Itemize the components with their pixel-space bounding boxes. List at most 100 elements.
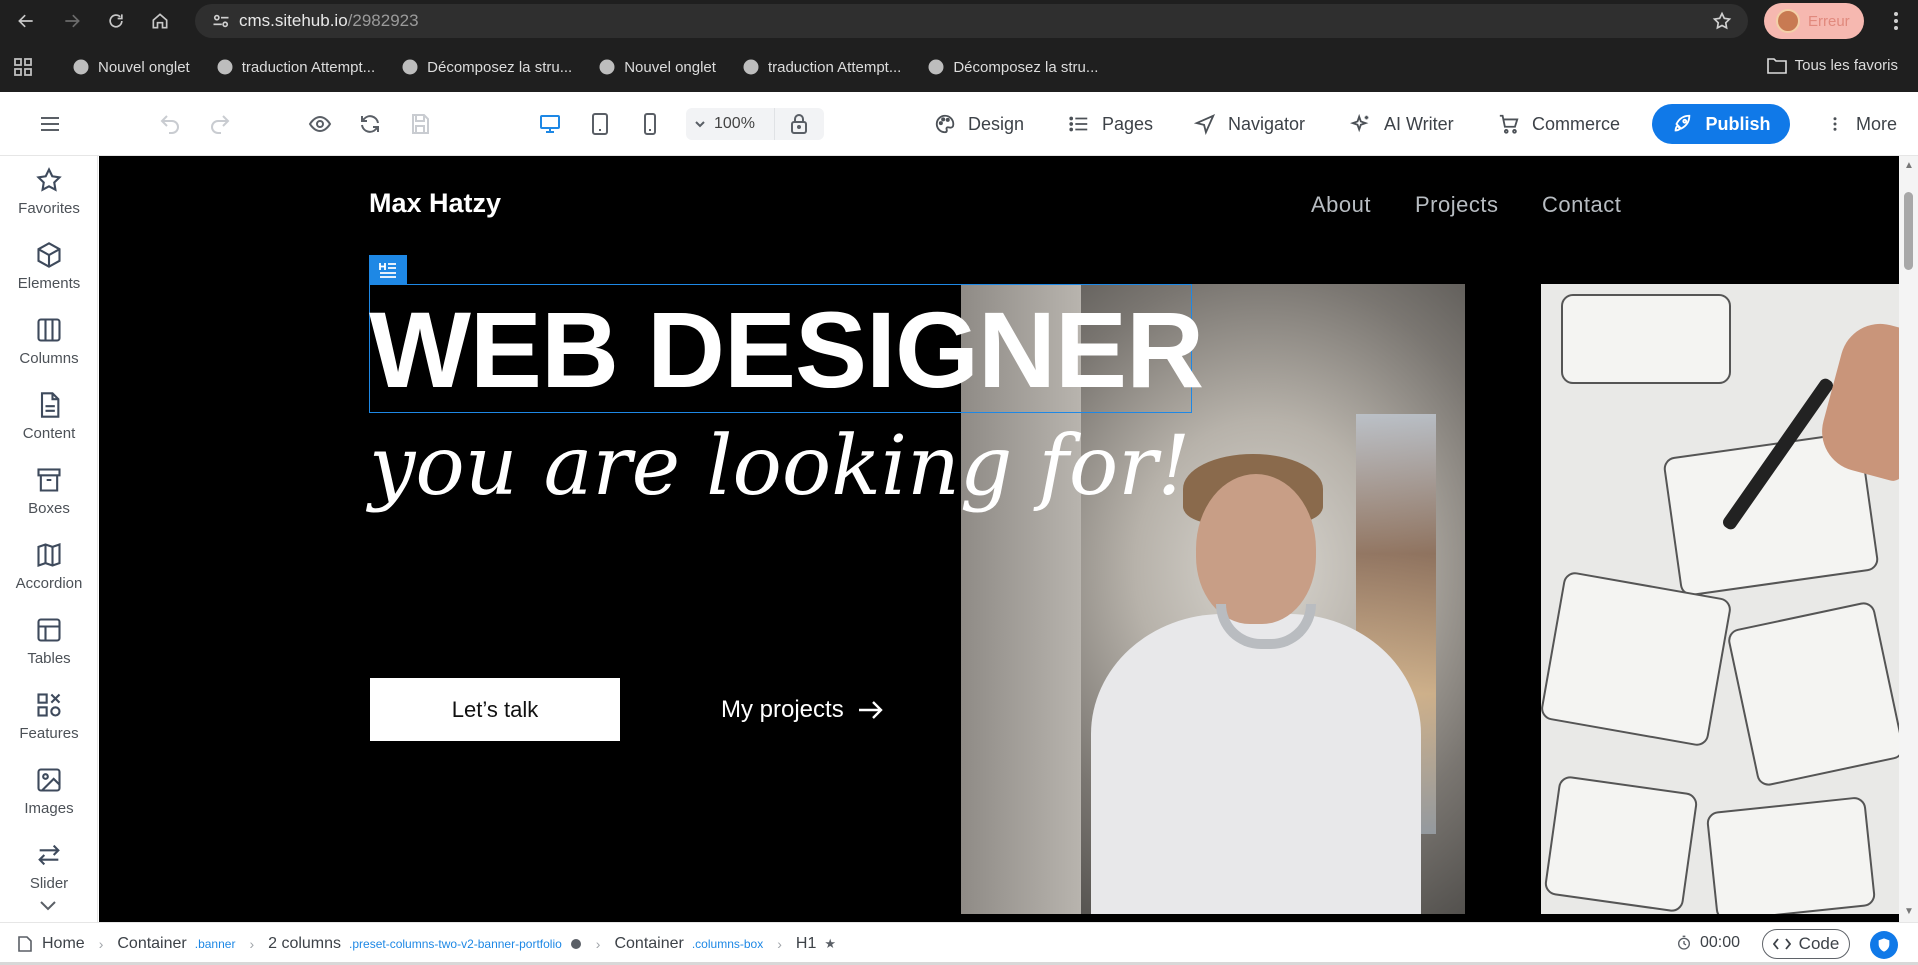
chevron-right-icon: › [98, 936, 104, 952]
bookmark-item[interactable]: traduction Attempt... [216, 58, 375, 76]
hamburger-menu-button[interactable] [38, 92, 62, 156]
breadcrumb-label: Container [117, 935, 187, 952]
apps-grid-icon[interactable] [0, 58, 46, 76]
hero-photo-sketches[interactable] [1541, 284, 1899, 914]
site-nav-projects[interactable]: Projects [1415, 192, 1498, 218]
desktop-icon [540, 115, 560, 133]
redo-button[interactable] [208, 92, 232, 156]
star-icon: ★ [824, 936, 836, 951]
navigator-label: Navigator [1228, 113, 1306, 134]
back-button[interactable] [4, 0, 48, 42]
tablet-view-button[interactable] [588, 92, 612, 156]
sidebar-item-slider[interactable]: Slider [0, 831, 98, 906]
h1-element-badge[interactable] [369, 255, 407, 285]
code-button[interactable]: Code [1762, 929, 1850, 959]
refresh-button[interactable] [358, 92, 382, 156]
sidebar-item-elements[interactable]: Elements [0, 231, 98, 306]
bookmark-label: traduction Attempt... [767, 58, 902, 76]
breadcrumb-label: 2 columns [268, 935, 342, 952]
my-projects-link[interactable]: My projects [721, 678, 884, 741]
reload-button[interactable] [94, 0, 138, 42]
palette-icon [935, 114, 955, 134]
chevron-right-icon: › [777, 936, 782, 952]
chevron-down-icon[interactable] [686, 118, 714, 130]
my-projects-label: My projects [721, 695, 844, 723]
ai-writer-label: AI Writer [1384, 113, 1454, 134]
lets-talk-button[interactable]: Let’s talk [370, 678, 620, 741]
publish-button[interactable]: Publish [1652, 104, 1790, 144]
timer-value: 00:00 [1700, 934, 1741, 951]
commerce-menu-button[interactable]: Commerce [1498, 92, 1620, 156]
shield-button[interactable] [1870, 931, 1898, 959]
bookmark-item[interactable]: Décomposez la stru... [401, 58, 572, 76]
breadcrumb-bar: Home › Container .banner › 2 columns .pr… [0, 922, 1918, 965]
bookmark-item[interactable]: traduction Attempt... [742, 58, 901, 76]
canvas-scrollbar[interactable]: ▲ ▼ [1899, 156, 1918, 922]
sidebar-item-favorites[interactable]: Favorites [0, 156, 98, 231]
table-icon [37, 618, 61, 642]
hamburger-icon [41, 117, 59, 131]
browser-menu-button[interactable] [1876, 0, 1916, 42]
features-icon [37, 693, 61, 717]
ai-writer-menu-button[interactable]: AI Writer [1350, 92, 1454, 156]
sidebar-item-images[interactable]: Images [0, 756, 98, 831]
more-label: More [1856, 113, 1898, 134]
breadcrumb-container-banner[interactable]: Container .banner [117, 935, 235, 953]
site-nav-about[interactable]: About [1311, 192, 1371, 218]
sidebar-item-tables[interactable]: Tables [0, 606, 98, 681]
lock-icon[interactable] [775, 114, 823, 134]
editor-canvas[interactable]: Max Hatzy About Projects Contact WEB DES… [99, 156, 1899, 922]
scroll-down-arrow-icon[interactable]: ▼ [1904, 906, 1914, 917]
globe-icon [217, 59, 233, 75]
hero-subheadline[interactable]: you are looking for! [369, 426, 1190, 508]
preview-button[interactable] [308, 92, 332, 156]
sidebar-item-features[interactable]: Features [0, 681, 98, 756]
bookmark-item[interactable]: Nouvel onglet [72, 58, 190, 76]
scroll-up-arrow-icon[interactable]: ▲ [1904, 160, 1914, 171]
navigator-menu-button[interactable]: Navigator [1194, 92, 1305, 156]
sidebar-item-label: Columns [19, 350, 79, 367]
save-button[interactable] [408, 92, 432, 156]
breadcrumb-h1[interactable]: H1 ★ [796, 935, 836, 953]
bookmark-label: traduction Attempt... [241, 58, 376, 76]
undo-button[interactable] [158, 92, 182, 156]
hero-headline[interactable]: WEB DESIGNER [369, 296, 1204, 404]
breadcrumb-home[interactable]: Home [18, 935, 85, 953]
sidebar-item-accordion[interactable]: Accordion [0, 531, 98, 606]
design-menu-button[interactable]: Design [934, 92, 1024, 156]
image-icon [37, 768, 61, 792]
home-button[interactable] [138, 0, 182, 42]
cube-icon [37, 242, 61, 268]
bookmark-item[interactable]: Décomposez la stru... [927, 58, 1098, 76]
all-bookmarks-button[interactable]: Tous les favoris [1766, 56, 1898, 74]
scroll-thumb[interactable] [1904, 192, 1913, 270]
bookmark-item[interactable]: Nouvel onglet [598, 58, 716, 76]
pages-menu-button[interactable]: Pages [1068, 92, 1153, 156]
site-logo[interactable]: Max Hatzy [369, 188, 501, 219]
sidebar-item-boxes[interactable]: Boxes [0, 456, 98, 531]
sidebar-item-content[interactable]: Content [0, 381, 98, 456]
site-settings-icon[interactable] [203, 11, 239, 31]
publish-label: Publish [1705, 113, 1771, 134]
forward-button[interactable] [50, 0, 94, 42]
mobile-view-button[interactable] [638, 92, 662, 156]
breadcrumb-container-columns-box[interactable]: Container .columns-box [614, 935, 763, 953]
more-menu-button[interactable]: More [1826, 92, 1897, 156]
sidebar-item-columns[interactable]: Columns [0, 306, 98, 381]
shield-heart-icon [1878, 938, 1890, 952]
chevron-down-icon[interactable] [38, 898, 58, 917]
breadcrumb-two-columns[interactable]: 2 columns .preset-columns-two-v2-banner-… [268, 935, 582, 953]
site-nav-contact[interactable]: Contact [1542, 192, 1621, 218]
undo-icon [160, 115, 179, 134]
bookmark-star-icon[interactable] [1712, 11, 1732, 36]
zoom-value[interactable]: 100% [714, 115, 774, 133]
cart-icon [1499, 114, 1519, 134]
desktop-view-button[interactable] [538, 92, 562, 156]
page-icon [18, 936, 32, 952]
sidebar-item-label: Boxes [28, 500, 70, 517]
sketch-wireframe [1705, 795, 1877, 914]
address-bar[interactable]: cms.sitehub.io/2982923 [195, 4, 1748, 38]
url-path: /2982923 [347, 11, 419, 30]
breadcrumb-class: .columns-box [691, 937, 764, 951]
profile-button[interactable]: Erreur [1764, 3, 1864, 39]
